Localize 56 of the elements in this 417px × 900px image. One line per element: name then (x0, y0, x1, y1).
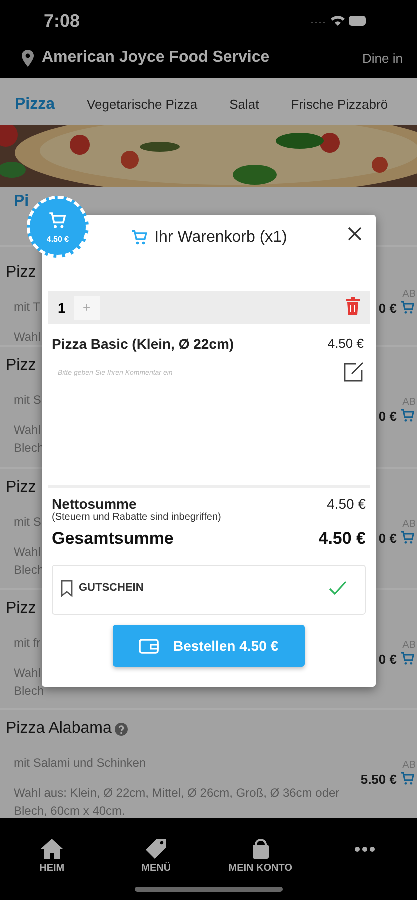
product-name: Pizz (6, 600, 36, 618)
restaurant-name: American Joyce Food Service (42, 49, 270, 67)
cart-item-price: 4.50 € (328, 336, 364, 352)
nav-item[interactable]: MEIN KONTO (216, 836, 306, 875)
wallet-icon (139, 638, 160, 654)
order-mode[interactable]: Dine in (362, 50, 403, 66)
home-icon (39, 837, 66, 861)
location-pin-icon (22, 50, 34, 66)
product-options: Wahl (14, 666, 41, 680)
net-total-label: Nettosumme (52, 496, 137, 512)
product-price: 0 € (378, 408, 397, 424)
info-icon[interactable] (114, 722, 128, 736)
tax-note: (Steuern und Rabatte sind inbegriffen) (52, 512, 222, 523)
status-time: 7:08 (44, 10, 80, 32)
product-description: mit S (14, 515, 42, 529)
product-options: Wahl aus: Klein, Ø 22cm, Mittel, Ø 26cm, Groß, Ø 36cm oder (14, 786, 340, 800)
nav-item[interactable]: HEIM (7, 836, 98, 875)
more-icon (354, 847, 375, 852)
product-price: 0 € (378, 530, 397, 546)
net-total-value: 4.50 € (327, 496, 366, 512)
nav-item[interactable]: MENÜ (111, 836, 202, 875)
product-description: mit S (14, 393, 42, 407)
section-title: Pi (14, 193, 30, 210)
product-price: 0 € (378, 652, 397, 666)
product-options: Wahl (14, 423, 41, 437)
cart-icon (130, 229, 149, 247)
product-name: Pizz (6, 264, 36, 282)
grand-total-label: Gesamtsumme (52, 529, 174, 549)
product-description: mit T (14, 300, 40, 314)
product-options: Blech, 60cm x 40cm. (14, 804, 126, 818)
product-options: Blech (14, 684, 44, 698)
product-description: mit Salami und Schinken (14, 756, 146, 770)
category-tab[interactable]: Salat (230, 97, 260, 112)
product-price: 0 € (378, 300, 397, 316)
product-name: Pizza Alabama (6, 720, 128, 738)
dialog-title: Ihr Warenkorb (x1) (154, 229, 288, 247)
product-name: Pizz (6, 479, 36, 497)
signal-wifi-battery-icon (309, 14, 367, 28)
product-price: 5.50 € (360, 772, 397, 786)
quantity: 1 (58, 300, 66, 316)
grand-total-value: 4.50 € (318, 529, 366, 549)
category-tab[interactable]: Vegetarische Pizza (87, 97, 198, 112)
cart-item-name: Pizza Basic (Klein, Ø 22cm) (52, 336, 234, 352)
bookmark-icon (61, 580, 73, 596)
add-to-cart-icon[interactable] (400, 408, 416, 424)
product-options: Wahl (14, 330, 41, 344)
product-options: Wahl (14, 545, 41, 559)
delete-button[interactable] (346, 297, 360, 318)
add-to-cart-icon[interactable] (400, 300, 416, 316)
voucher-button[interactable]: GUTSCHEIN (52, 565, 366, 615)
product-name: Pizz (6, 357, 36, 375)
add-to-cart-icon[interactable] (400, 530, 416, 546)
category-tab[interactable]: Frische Pizzabrö (291, 97, 388, 112)
add-to-cart-icon[interactable] (400, 771, 416, 787)
add-to-cart-icon[interactable] (400, 651, 416, 667)
product-description: mit fr (14, 636, 41, 650)
